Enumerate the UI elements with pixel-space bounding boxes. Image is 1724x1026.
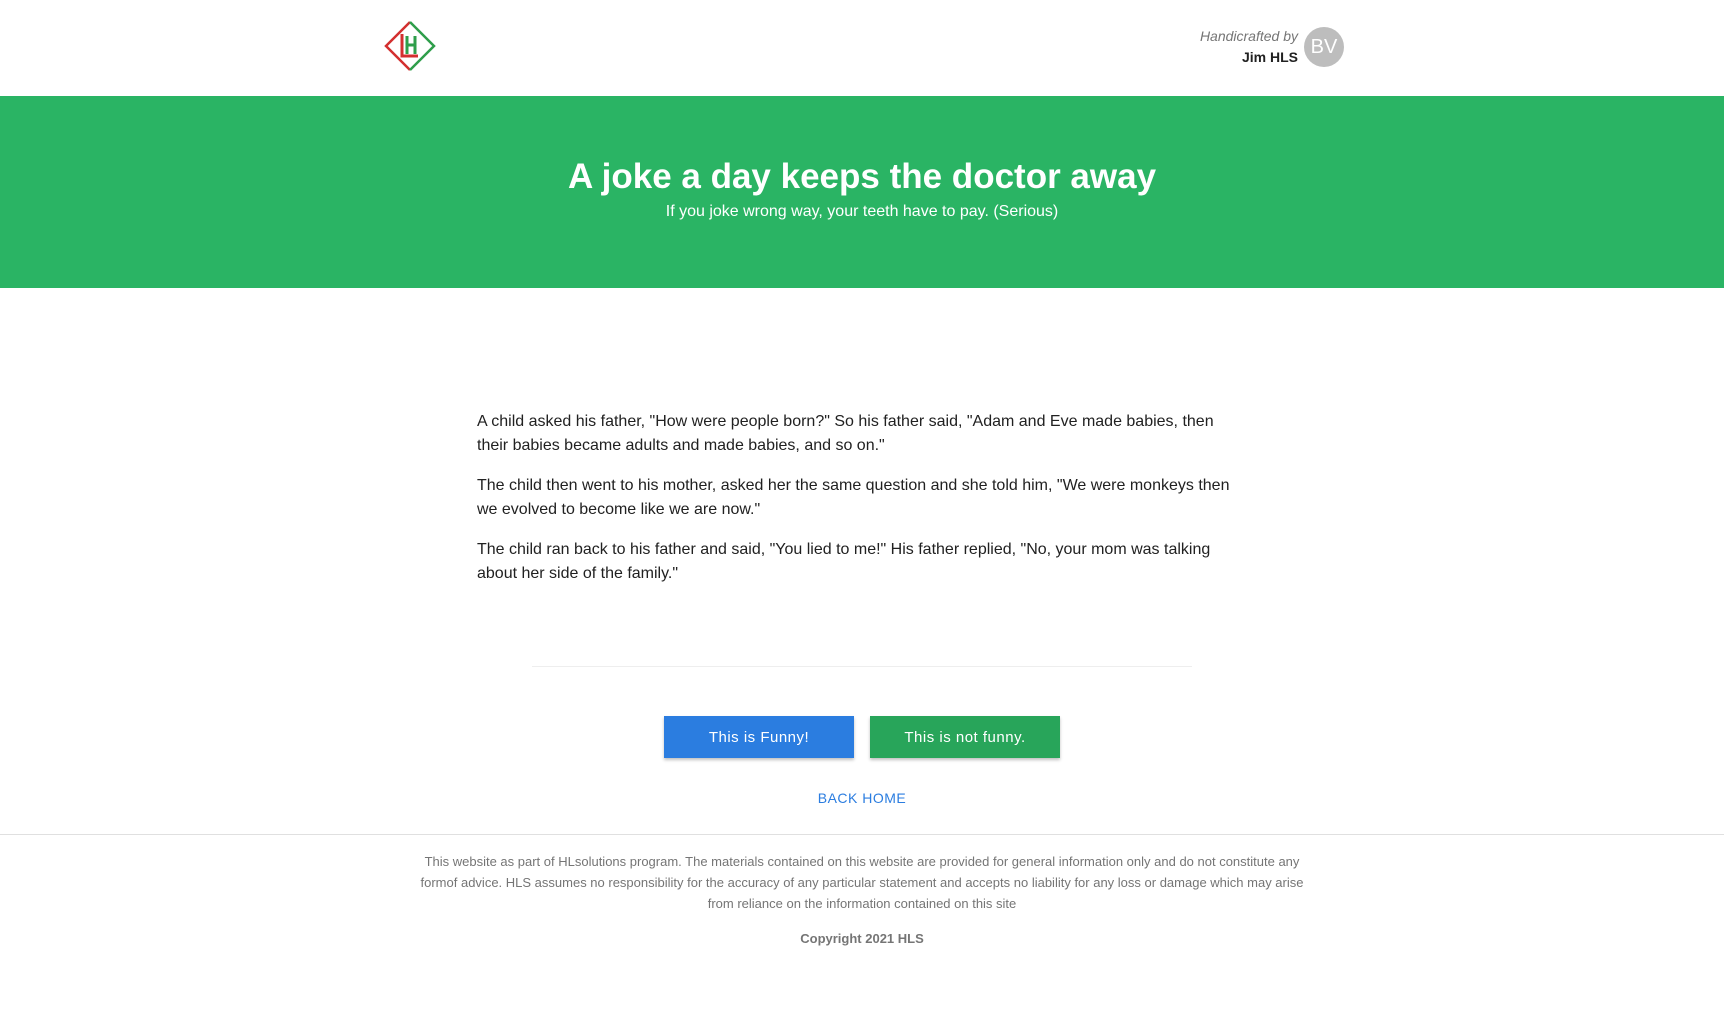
story-paragraph: The child ran back to his father and sai… <box>477 541 1211 582</box>
footer-disclaimer: This website as part of HLsolutions prog… <box>420 854 1304 911</box>
story-paragraph: The child then went to his mother, asked… <box>477 477 1230 518</box>
footer-divider <box>0 834 1724 835</box>
site-header: Handicrafted by Jim HLS BV <box>0 0 1724 96</box>
content-divider <box>532 666 1192 667</box>
page-title: A joke a day keeps the doctor away <box>567 157 1157 196</box>
footer-copyright: Copyright 2021 HLS <box>800 931 924 946</box>
hero-banner: A joke a day keeps the doctor away If yo… <box>0 96 1724 288</box>
hl-logo-icon[interactable] <box>380 20 436 72</box>
avatar[interactable]: BV <box>1304 27 1344 67</box>
story-paragraph: A child asked his father, "How were peop… <box>477 413 1214 454</box>
back-home-link[interactable]: BACK HOME <box>818 790 907 806</box>
funny-button[interactable]: This is Funny! <box>664 716 854 758</box>
not-funny-button[interactable]: This is not funny. <box>870 716 1060 758</box>
back-home-container: BACK HOME <box>0 790 1724 806</box>
handcrafted-by-label: Handicrafted by <box>1199 28 1298 44</box>
author-credit: Handicrafted by Jim HLS <box>1200 26 1298 68</box>
author-name: Jim HLS <box>1241 49 1298 65</box>
page-subtitle: If you joke wrong way, your teeth have t… <box>665 203 1059 220</box>
joke-story: A child asked his father, "How were peop… <box>477 410 1247 602</box>
